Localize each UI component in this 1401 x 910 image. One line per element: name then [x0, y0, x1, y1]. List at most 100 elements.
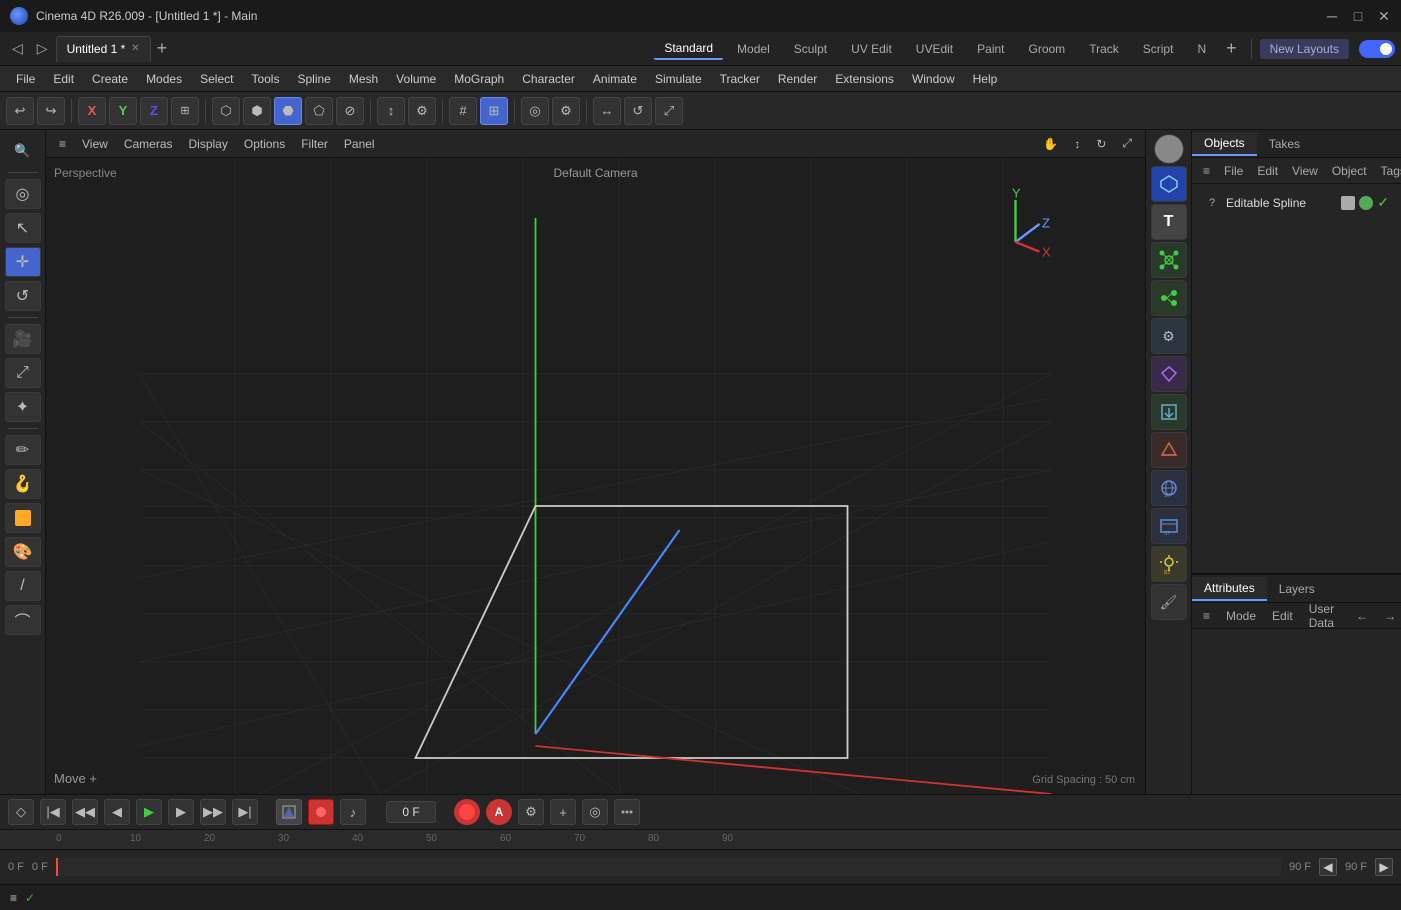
viewport-filter[interactable]: Filter: [296, 135, 333, 153]
tab-paint[interactable]: Paint: [967, 39, 1014, 59]
close-button[interactable]: ✕: [1377, 9, 1391, 23]
add-layout-button[interactable]: +: [1220, 34, 1243, 63]
tab-uvedit2[interactable]: UVEdit: [906, 39, 963, 59]
ri-cube[interactable]: [1151, 166, 1187, 202]
render-region-button[interactable]: ◎: [521, 97, 549, 125]
search-tool[interactable]: 🔍: [5, 136, 41, 166]
move-button[interactable]: ↔: [593, 97, 621, 125]
axis-x-button[interactable]: X: [78, 97, 106, 125]
hook-tool[interactable]: 🪝: [5, 469, 41, 499]
menu-tools[interactable]: Tools: [243, 69, 287, 89]
tab-close-icon[interactable]: ✕: [131, 43, 139, 54]
obj-edit[interactable]: Edit: [1252, 162, 1283, 180]
obj-menu-icon[interactable]: ≡: [1198, 162, 1215, 180]
multi-tool[interactable]: ✦: [5, 392, 41, 422]
new-layouts-button[interactable]: New Layouts: [1260, 39, 1349, 59]
obj-tags[interactable]: Tags: [1376, 162, 1401, 180]
status-menu-icon[interactable]: ≡: [10, 891, 17, 905]
tl-prev-frame-nav[interactable]: ◀: [1319, 858, 1337, 876]
obj-object[interactable]: Object: [1327, 162, 1372, 180]
undo-button[interactable]: ↩: [6, 97, 34, 125]
edges-button[interactable]: ⬢: [243, 97, 271, 125]
tl-circle-btn[interactable]: ◎: [582, 799, 608, 825]
tl-next-key-btn[interactable]: ▶▶: [200, 799, 226, 825]
tab-untitled[interactable]: Untitled 1 * ✕: [56, 36, 151, 62]
spline-tool[interactable]: ⌒: [5, 605, 41, 635]
grid-button[interactable]: #: [449, 97, 477, 125]
render-settings-button[interactable]: ⚙: [552, 97, 580, 125]
viewport-panel[interactable]: Panel: [339, 135, 380, 153]
live-select-tool[interactable]: ◎: [5, 179, 41, 209]
tab-standard[interactable]: Standard: [654, 38, 723, 60]
paint-tool[interactable]: ✏: [5, 435, 41, 465]
menu-render[interactable]: Render: [770, 69, 825, 89]
back-button[interactable]: ◁: [6, 36, 29, 61]
menu-mesh[interactable]: Mesh: [341, 69, 386, 89]
obj-file[interactable]: File: [1219, 162, 1248, 180]
tab-attributes[interactable]: Attributes: [1192, 577, 1267, 601]
scale-tool[interactable]: ⤢: [5, 358, 41, 388]
snap-settings-button[interactable]: ⚙: [408, 97, 436, 125]
points-button[interactable]: ⬡: [212, 97, 240, 125]
texture-button[interactable]: ⊘: [336, 97, 364, 125]
camera-tool[interactable]: 🎥: [5, 324, 41, 354]
tab-objects[interactable]: Objects: [1192, 132, 1257, 156]
polygons-button[interactable]: ⬣: [274, 97, 302, 125]
attr-menu-icon[interactable]: ≡: [1198, 607, 1215, 625]
tl-record-btn[interactable]: [276, 799, 302, 825]
tab-takes[interactable]: Takes: [1257, 133, 1312, 155]
toggle-switch[interactable]: [1359, 40, 1395, 58]
obj-tag-1[interactable]: [1341, 196, 1355, 210]
axis-all-button[interactable]: ⊞: [171, 97, 199, 125]
ri-import[interactable]: [1151, 394, 1187, 430]
color-tool[interactable]: [5, 503, 41, 533]
menu-window[interactable]: Window: [904, 69, 963, 89]
axis-y-button[interactable]: Y: [109, 97, 137, 125]
rotate-tool[interactable]: ↺: [5, 281, 41, 311]
ri-plane[interactable]: [1151, 432, 1187, 468]
snap-move-button[interactable]: ↕: [377, 97, 405, 125]
attr-edit[interactable]: Edit: [1267, 607, 1298, 625]
menu-select[interactable]: Select: [192, 69, 241, 89]
obj-tag-2[interactable]: [1359, 196, 1373, 210]
uv-button[interactable]: ⬠: [305, 97, 333, 125]
tl-current-frame[interactable]: 0 F: [386, 801, 436, 823]
attr-userdata[interactable]: User Data: [1304, 600, 1339, 632]
ri-sphere[interactable]: [1154, 134, 1184, 164]
tab-sculpt[interactable]: Sculpt: [784, 39, 837, 59]
gradient-tool[interactable]: 🎨: [5, 537, 41, 567]
move-tool[interactable]: ✛: [5, 247, 41, 277]
ri-scene[interactable]: ST: [1151, 508, 1187, 544]
ri-paint-brush[interactable]: 🖌: [1151, 584, 1187, 620]
tl-diamond-btn[interactable]: ◇: [8, 799, 34, 825]
move-grid-button[interactable]: ⊞: [480, 97, 508, 125]
menu-mograph[interactable]: MoGraph: [446, 69, 512, 89]
menu-edit[interactable]: Edit: [45, 69, 82, 89]
zoom-icon[interactable]: ↻: [1091, 135, 1111, 153]
arrow-tool[interactable]: ↖: [5, 213, 41, 243]
timeline-track[interactable]: [56, 858, 1281, 876]
tl-record-dot[interactable]: [454, 799, 480, 825]
tab-groom[interactable]: Groom: [1019, 39, 1076, 59]
viewport[interactable]: Y Z X Perspective Default Camera Move + …: [46, 158, 1145, 794]
ri-nodes[interactable]: [1151, 242, 1187, 278]
tl-settings-btn[interactable]: ⚙: [518, 799, 544, 825]
viewport-display[interactable]: Display: [184, 135, 233, 153]
pan-icon[interactable]: ✋: [1038, 135, 1063, 153]
tab-script[interactable]: Script: [1133, 39, 1184, 59]
menu-help[interactable]: Help: [965, 69, 1006, 89]
add-tab-button[interactable]: +: [153, 38, 172, 59]
attr-back-icon[interactable]: ←: [1351, 607, 1373, 625]
object-row-editable-spline[interactable]: ? Editable Spline ✓: [1198, 190, 1395, 215]
tl-plus-btn[interactable]: +: [550, 799, 576, 825]
tab-track[interactable]: Track: [1079, 39, 1129, 59]
attr-mode[interactable]: Mode: [1221, 607, 1261, 625]
tl-play-btn[interactable]: ▶: [136, 799, 162, 825]
redo-button[interactable]: ↪: [37, 97, 65, 125]
obj-visible-icon[interactable]: ✓: [1377, 194, 1389, 211]
tl-record-circle-btn active-rec[interactable]: [308, 799, 334, 825]
fullscreen-icon[interactable]: ⤢: [1117, 134, 1137, 153]
tl-next-frame-nav[interactable]: ▶: [1375, 858, 1393, 876]
ri-gem[interactable]: [1151, 356, 1187, 392]
menu-character[interactable]: Character: [514, 69, 583, 89]
